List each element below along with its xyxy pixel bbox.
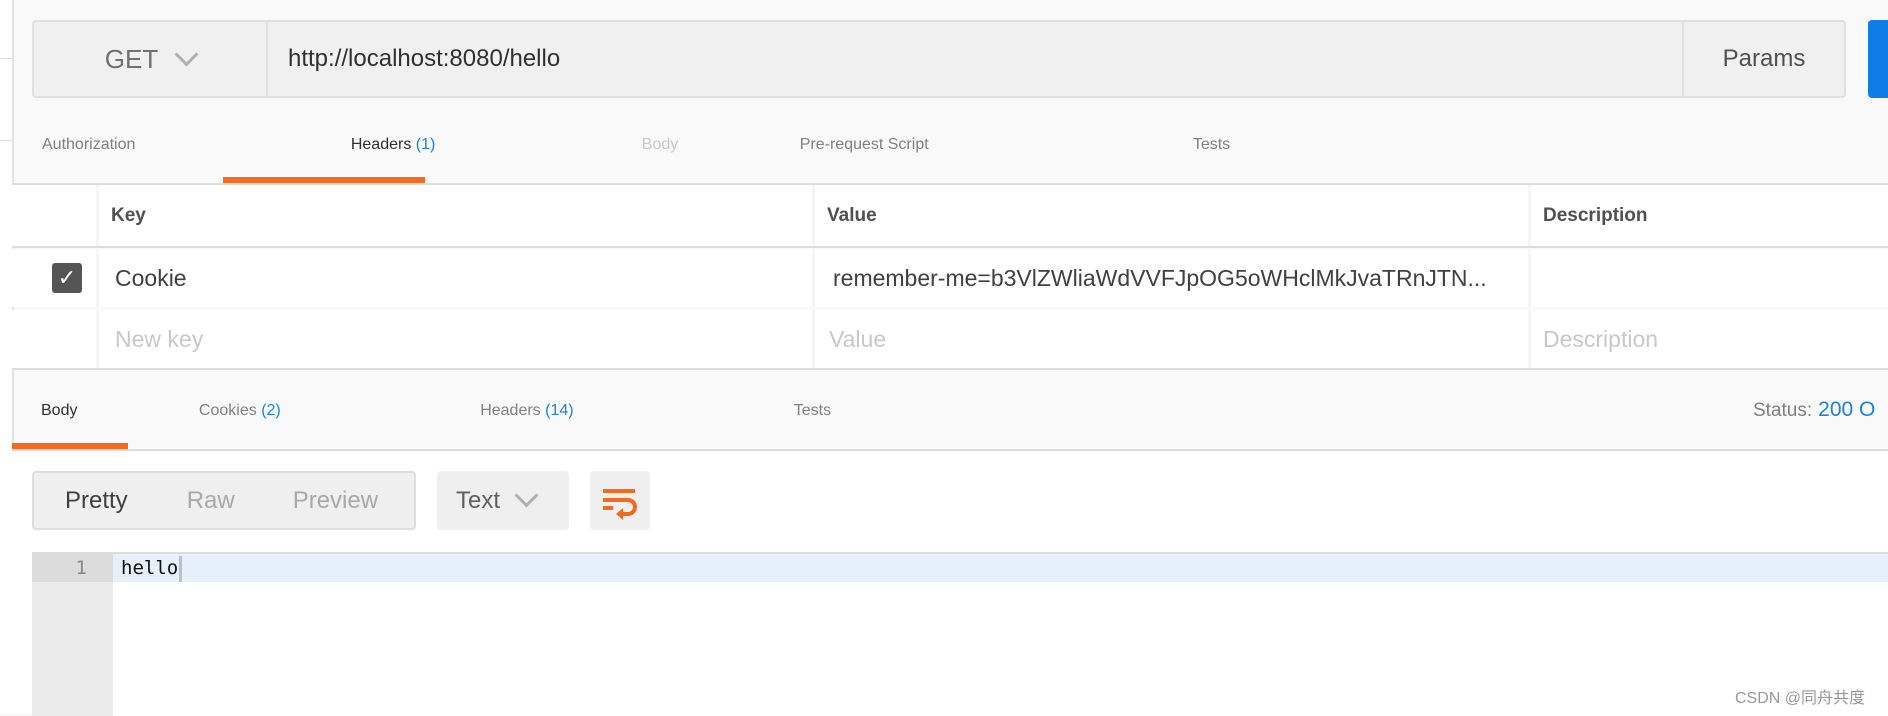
column-value: Value [812, 185, 1528, 246]
tab-label: Authorization [42, 136, 136, 153]
table-row: ✓ Cookie remember-me=b3VlZWliaWdVVFJpOG5… [12, 249, 1888, 307]
status-label: Status: [1753, 400, 1813, 421]
request-url-bar: GET http://localhost:8080/hello Params [32, 20, 1846, 98]
tab-tests[interactable]: Tests [1193, 136, 1230, 153]
format-select[interactable]: Text [437, 471, 569, 530]
new-key-input[interactable]: New key [96, 310, 812, 368]
response-status: Status: 200 O [1753, 398, 1875, 422]
wrap-icon [603, 489, 637, 520]
view-pretty[interactable]: Pretty [65, 487, 128, 515]
watermark: CSDN @同舟共度 [1735, 690, 1866, 707]
tab-response-body[interactable]: Body [41, 402, 77, 419]
table-header: Key Value Description [12, 185, 1888, 246]
tab-response-tests[interactable]: Tests [794, 402, 831, 419]
code-text: hello [121, 557, 179, 579]
view-mode-group: Pretty Raw Preview [32, 471, 416, 530]
column-key: Key [96, 185, 812, 246]
wrap-lines-button[interactable] [590, 471, 650, 530]
code-line: hello [121, 554, 183, 582]
format-label: Text [456, 486, 501, 514]
params-button[interactable]: Params [1682, 22, 1844, 96]
method-select[interactable]: GET [34, 22, 268, 96]
request-tabs: Authorization Headers (1) Body Pre-reque… [42, 136, 1230, 154]
tab-authorization[interactable]: Authorization [42, 136, 135, 153]
view-raw[interactable]: Raw [187, 487, 235, 515]
method-label: GET [104, 43, 159, 74]
tab-cookies[interactable]: Cookies (2) [199, 402, 281, 419]
chevron-down-icon [514, 483, 539, 508]
new-value-input[interactable]: Value [812, 310, 1528, 368]
line-number: 1 [32, 554, 113, 582]
tab-label: Pre-request Script [799, 136, 929, 153]
tab-headers[interactable]: Headers (1) [351, 136, 436, 153]
checkmark-icon: ✓ [52, 263, 82, 293]
view-preview[interactable]: Preview [293, 487, 378, 515]
text-cursor [179, 555, 183, 582]
tab-label: Headers [350, 136, 412, 153]
url-input[interactable]: http://localhost:8080/hello [288, 22, 560, 96]
tab-label: Cookies [198, 402, 257, 419]
tab-count: (14) [545, 402, 574, 419]
table-row-new: New key Value Description [12, 310, 1888, 368]
chevron-down-icon [174, 41, 199, 67]
tab-count: (1) [415, 136, 436, 153]
tab-label: Tests [793, 402, 832, 419]
column-description: Description [1528, 185, 1888, 246]
tab-label: Body [641, 136, 679, 153]
tab-count: (2) [261, 402, 281, 419]
response-tabs: Body Cookies (2) Headers (14) Tests [41, 402, 831, 420]
tab-label: Tests [1192, 136, 1231, 153]
description-input[interactable] [1528, 249, 1888, 307]
status-value: 200 O [1818, 398, 1876, 421]
send-button[interactable] [1868, 20, 1888, 98]
response-editor[interactable]: 1 hello [32, 552, 1888, 716]
tab-response-headers[interactable]: Headers (14) [480, 402, 573, 419]
tab-label: Body [41, 402, 78, 419]
current-line-highlight [113, 554, 1888, 582]
row-enabled-checkbox[interactable]: ✓ [12, 249, 96, 307]
tab-body[interactable]: Body [642, 136, 678, 153]
new-description-input[interactable]: Description [1528, 310, 1888, 368]
tab-label: Headers [480, 402, 541, 419]
tab-pre-request-script[interactable]: Pre-request Script [800, 136, 929, 153]
value-input[interactable]: remember-me=b3VlZWliaWdVVFJpOG5oWHclMkJv… [812, 249, 1528, 307]
key-input[interactable]: Cookie [96, 249, 812, 307]
